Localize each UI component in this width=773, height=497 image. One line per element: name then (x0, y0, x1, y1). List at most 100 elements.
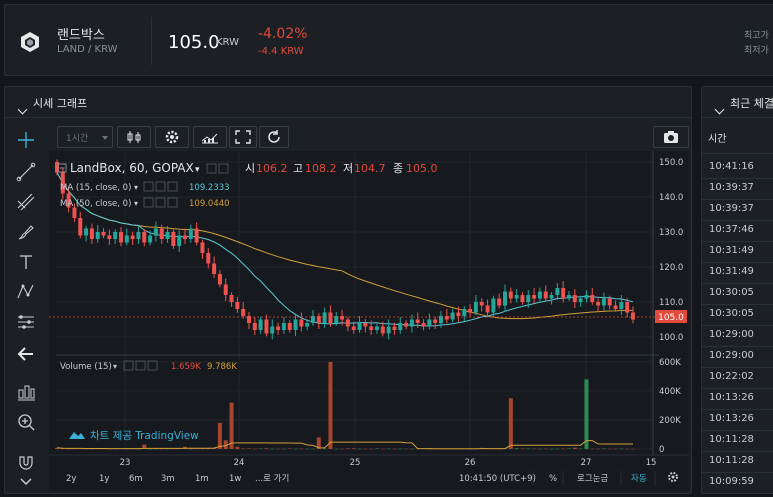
chevron-down-icon[interactable] (714, 104, 725, 115)
candle (479, 302, 484, 306)
candle (607, 298, 612, 306)
volume-bar (299, 448, 304, 450)
ma50-value: 109.0440 (189, 199, 230, 209)
pattern-icon[interactable] (15, 281, 37, 303)
trade-time: 10:13:26 (709, 392, 754, 403)
volume-bar (276, 448, 281, 450)
volume-bar (631, 448, 635, 450)
open-value: 106.2 (256, 162, 288, 175)
candle (276, 326, 281, 330)
candle (421, 323, 426, 327)
measure-icon[interactable] (15, 381, 37, 403)
chevron-down-icon[interactable] (17, 104, 28, 115)
prediction-icon[interactable] (15, 311, 37, 333)
volume-bar (217, 422, 222, 449)
y-tick-label: 140.0 (659, 193, 683, 203)
volume-bar (619, 448, 624, 450)
brush-icon[interactable] (15, 221, 37, 243)
settings-button[interactable] (155, 126, 189, 148)
trend-line-icon[interactable] (15, 161, 37, 183)
x-tick-label: 24 (234, 458, 245, 468)
candle (217, 274, 222, 285)
divider (702, 325, 773, 326)
indicators-button[interactable] (193, 126, 227, 148)
volume-bar (398, 448, 403, 450)
candle (177, 235, 182, 246)
candle (305, 323, 310, 327)
period-button-1[interactable]: 1y (99, 474, 109, 484)
volume-bar (293, 448, 298, 450)
crosshair-icon[interactable] (15, 129, 37, 151)
volume-legend[interactable]: Volume (15) (60, 362, 112, 372)
trade-time: 10:29:00 (709, 350, 754, 361)
volume-bar (508, 398, 513, 449)
candle (200, 242, 205, 253)
candle (183, 235, 187, 239)
trade-time: 10:37:46 (709, 224, 754, 235)
candle (427, 319, 432, 327)
zoom-in-icon[interactable] (15, 411, 37, 433)
symbol-legend[interactable]: LandBox, 60, GOPAX (70, 161, 194, 175)
candle (299, 319, 304, 327)
candle (328, 312, 333, 323)
divider (702, 220, 773, 221)
divider (151, 17, 152, 65)
candle (590, 295, 595, 302)
candle (89, 228, 94, 239)
screenshot-button[interactable] (653, 126, 689, 148)
candle (363, 323, 368, 327)
trade-time: 10:31:49 (709, 266, 754, 277)
x-tick-label: 15 (646, 458, 657, 468)
text-tool-icon[interactable] (15, 251, 37, 273)
ma15-legend[interactable]: MA (15, close, 0) (60, 183, 131, 193)
volume-bar (549, 448, 554, 450)
divider (702, 241, 773, 242)
volume-bar (572, 447, 577, 449)
ma50-legend[interactable]: MA (50, close, 0) (60, 199, 131, 209)
candle (473, 302, 478, 313)
fullscreen-button[interactable] (229, 126, 257, 148)
percent-toggle[interactable]: % (549, 474, 557, 484)
candle (380, 326, 385, 334)
volume-bar (409, 448, 414, 450)
log-scale-toggle[interactable]: 로그눈금 (577, 474, 608, 484)
x-tick-label: 25 (350, 458, 361, 468)
clock-display: 10:41:50 (UTC+9) (459, 474, 536, 484)
y-tick-label: 130.0 (659, 228, 683, 238)
period-button-0[interactable]: 2y (66, 474, 76, 484)
volume-bar (264, 448, 269, 449)
candle (119, 232, 123, 243)
arrow-left-icon[interactable] (15, 343, 37, 365)
low-label: 저 (343, 162, 353, 175)
candle (194, 228, 199, 243)
volume-bar (357, 448, 362, 450)
period-button-2[interactable]: 6m (129, 474, 143, 484)
close-value: 105.0 (406, 162, 438, 175)
candle (631, 312, 635, 320)
volume-bar (404, 448, 409, 450)
period-button-5[interactable]: 1w (229, 474, 241, 484)
price-chart[interactable]: 150.0 140.0 130.0 120.0 110.0 100.0 600K 400K 2… (49, 151, 689, 491)
chevron-down-icon[interactable] (15, 471, 37, 493)
candle (433, 319, 438, 323)
legend-caret-icon[interactable]: ▾ (195, 165, 200, 175)
candle (293, 319, 298, 330)
chart-type-button[interactable] (117, 126, 151, 148)
drawing-toolbar (5, 123, 49, 493)
candle (537, 291, 542, 299)
auto-scale-toggle[interactable]: 자동 (631, 474, 647, 484)
refresh-button[interactable] (259, 126, 289, 148)
period-button-6[interactable]: ...로 가기 (255, 474, 289, 484)
magnet-icon[interactable] (15, 451, 37, 473)
volume-tick-label: 200K (659, 416, 681, 426)
period-button-3[interactable]: 3m (161, 474, 175, 484)
period-button-4[interactable]: 1m (195, 474, 209, 484)
candle (549, 295, 554, 299)
volume-bar (601, 448, 606, 450)
interval-select[interactable]: 1시간 (57, 126, 113, 148)
volume-bar (537, 448, 542, 450)
volume-bar (369, 448, 374, 450)
fib-tool-icon[interactable] (15, 191, 37, 213)
volume-bar (281, 448, 286, 450)
divider (702, 178, 773, 179)
